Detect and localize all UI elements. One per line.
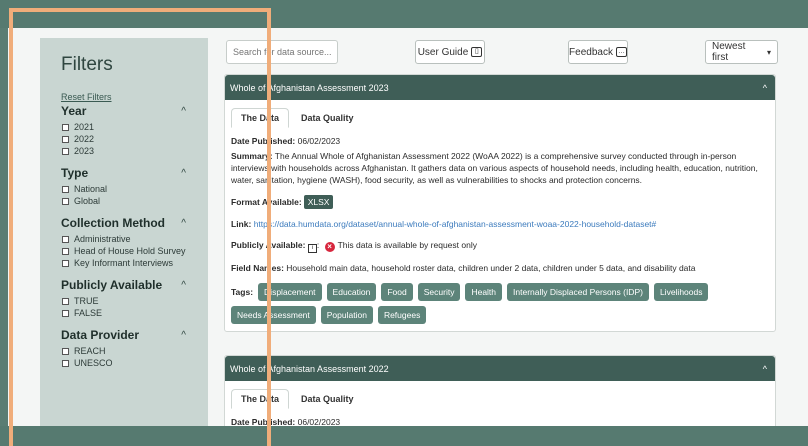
link-row: Link: https://data.humdata.org/dataset/a…	[231, 219, 657, 229]
checkbox[interactable]	[62, 248, 69, 255]
filter-option[interactable]: Administrative	[61, 234, 191, 245]
checkbox[interactable]	[62, 186, 69, 193]
tag[interactable]: Livelihoods	[653, 283, 709, 301]
tags: Tags: Displacement Education Food Securi…	[231, 283, 767, 324]
filter-option[interactable]: TRUE	[61, 296, 191, 307]
checkbox[interactable]	[62, 198, 69, 205]
filter-group-title: Type	[61, 166, 89, 180]
filter-group-type: Type ^ National Global	[61, 166, 208, 207]
filter-option[interactable]: 2021	[61, 122, 191, 133]
checkbox[interactable]	[62, 236, 69, 243]
format-badge: XLSX	[303, 195, 334, 209]
field-names: Field Names: Household main data, househ…	[231, 263, 696, 273]
dataset-card-header[interactable]: Whole of Afghanistan Assessment 2023 ^	[225, 75, 775, 100]
filter-option[interactable]: Key Informant Interviews	[61, 258, 191, 269]
filter-group-title: Publicly Available	[61, 278, 163, 292]
filter-group-data-provider: Data Provider ^ REACH UNESCO	[61, 328, 208, 369]
dataset-card-header[interactable]: Whole of Afghanistan Assessment 2022 ^	[225, 356, 775, 381]
user-guide-button[interactable]: User Guide ▯	[415, 40, 485, 64]
tab-data-quality[interactable]: Data Quality	[291, 108, 364, 128]
dataset-link[interactable]: https://data.humdata.org/dataset/annual-…	[254, 219, 657, 229]
dataset-title: Whole of Afghanistan Assessment 2022	[230, 363, 389, 374]
filter-option[interactable]: National	[61, 184, 191, 195]
tag[interactable]: Food	[381, 283, 413, 301]
filter-header-type[interactable]: Type ^	[61, 166, 186, 180]
filters-sidebar: Filters Reset Filters Year ^ 2021 2022 20…	[40, 38, 208, 426]
info-icon[interactable]: i	[307, 244, 317, 253]
tag[interactable]: Security	[417, 283, 461, 301]
checkbox[interactable]	[62, 298, 69, 305]
tag[interactable]: Education	[326, 283, 377, 301]
date-published: Date Published: 06/02/2023	[231, 417, 341, 426]
filter-option[interactable]: 2022	[61, 134, 191, 145]
toolbar: User Guide▯ Feedback… Newest first▾	[8, 40, 808, 66]
checkbox[interactable]	[62, 360, 69, 367]
checkbox[interactable]	[62, 310, 69, 317]
tab-data-quality[interactable]: Data Quality	[291, 389, 364, 409]
format-available: Format Available: XLSX	[231, 195, 767, 209]
chevron-up-icon[interactable]: ^	[181, 168, 186, 179]
tag[interactable]: Population	[320, 306, 373, 324]
dataset-card: Whole of Afghanistan Assessment 2022 ^ Th…	[224, 355, 776, 426]
tag[interactable]: Internally Displaced Persons (IDP)	[507, 283, 649, 301]
filter-header-year[interactable]: Year ^	[61, 104, 186, 118]
checkbox[interactable]	[62, 136, 69, 143]
top-band	[0, 0, 808, 28]
bottom-band	[0, 426, 808, 446]
filter-option[interactable]: FALSE	[61, 308, 191, 319]
checkbox[interactable]	[62, 124, 69, 131]
filter-header-data-provider[interactable]: Data Provider ^	[61, 328, 186, 342]
reset-filters-link[interactable]: Reset Filters	[61, 92, 208, 102]
filter-header-collection-method[interactable]: Collection Method ^	[61, 216, 186, 230]
filter-group-title: Data Provider	[61, 328, 140, 342]
filter-group-publicly-available: Publicly Available ^ TRUE FALSE	[61, 278, 208, 319]
book-icon: ▯	[471, 47, 483, 57]
feedback-button[interactable]: Feedback…	[568, 40, 628, 64]
tag[interactable]: Refugees	[377, 306, 427, 324]
chat-icon: …	[615, 47, 627, 57]
filter-group-year: Year ^ 2021 2022 2023	[61, 104, 208, 157]
page: Filters Reset Filters Year ^ 2021 2022 20…	[8, 28, 808, 426]
chevron-up-icon[interactable]: ^	[181, 280, 186, 291]
filter-option[interactable]: UNESCO	[61, 358, 191, 369]
tag[interactable]: Displacement	[258, 283, 322, 301]
tab-the-data[interactable]: The Data	[231, 108, 290, 128]
filter-group-collection-method: Collection Method ^ Administrative Head o…	[61, 216, 208, 269]
tag[interactable]: Health	[465, 283, 503, 301]
publicly-available: Publicly Available: i: × This data is ava…	[231, 240, 477, 253]
filter-option[interactable]: Global	[61, 196, 191, 207]
checkbox[interactable]	[62, 260, 69, 267]
tab-the-data[interactable]: The Data	[231, 389, 290, 409]
dataset-tabs: The Data Data Quality	[231, 108, 775, 128]
filter-group-title: Collection Method	[61, 216, 165, 230]
chevron-up-icon[interactable]: ^	[763, 83, 767, 93]
chevron-up-icon[interactable]: ^	[181, 330, 186, 341]
filter-option[interactable]: 2023	[61, 146, 191, 157]
chevron-up-icon[interactable]: ^	[181, 106, 186, 117]
tag[interactable]: Needs Assessment	[231, 306, 316, 324]
checkbox[interactable]	[62, 348, 69, 355]
dataset-title: Whole of Afghanistan Assessment 2023	[230, 82, 389, 93]
search-input[interactable]	[226, 40, 338, 64]
chevron-down-icon: ▾	[766, 47, 771, 57]
dataset-card-body: Date Published: 06/02/2023 Summary: The …	[225, 128, 775, 324]
chevron-up-icon[interactable]: ^	[181, 218, 186, 229]
filter-option[interactable]: Head of House Hold Survey	[61, 246, 191, 257]
sort-select[interactable]: Newest first ▾	[705, 40, 778, 64]
filter-option[interactable]: REACH	[61, 346, 191, 357]
chevron-up-icon[interactable]: ^	[763, 364, 767, 374]
dataset-tabs: The Data Data Quality	[231, 389, 775, 409]
dataset-card-body: Date Published: 06/02/2023	[225, 409, 775, 426]
checkbox[interactable]	[62, 148, 69, 155]
date-published: Date Published: 06/02/2023	[231, 136, 341, 146]
filter-header-publicly-available[interactable]: Publicly Available ^	[61, 278, 186, 292]
dataset-card: Whole of Afghanistan Assessment 2023 ^ Th…	[224, 74, 776, 332]
x-circle-icon: ×	[324, 242, 335, 252]
summary: Summary: The Annual Whole of Afghanistan…	[231, 151, 758, 185]
filter-group-title: Year	[61, 104, 87, 118]
